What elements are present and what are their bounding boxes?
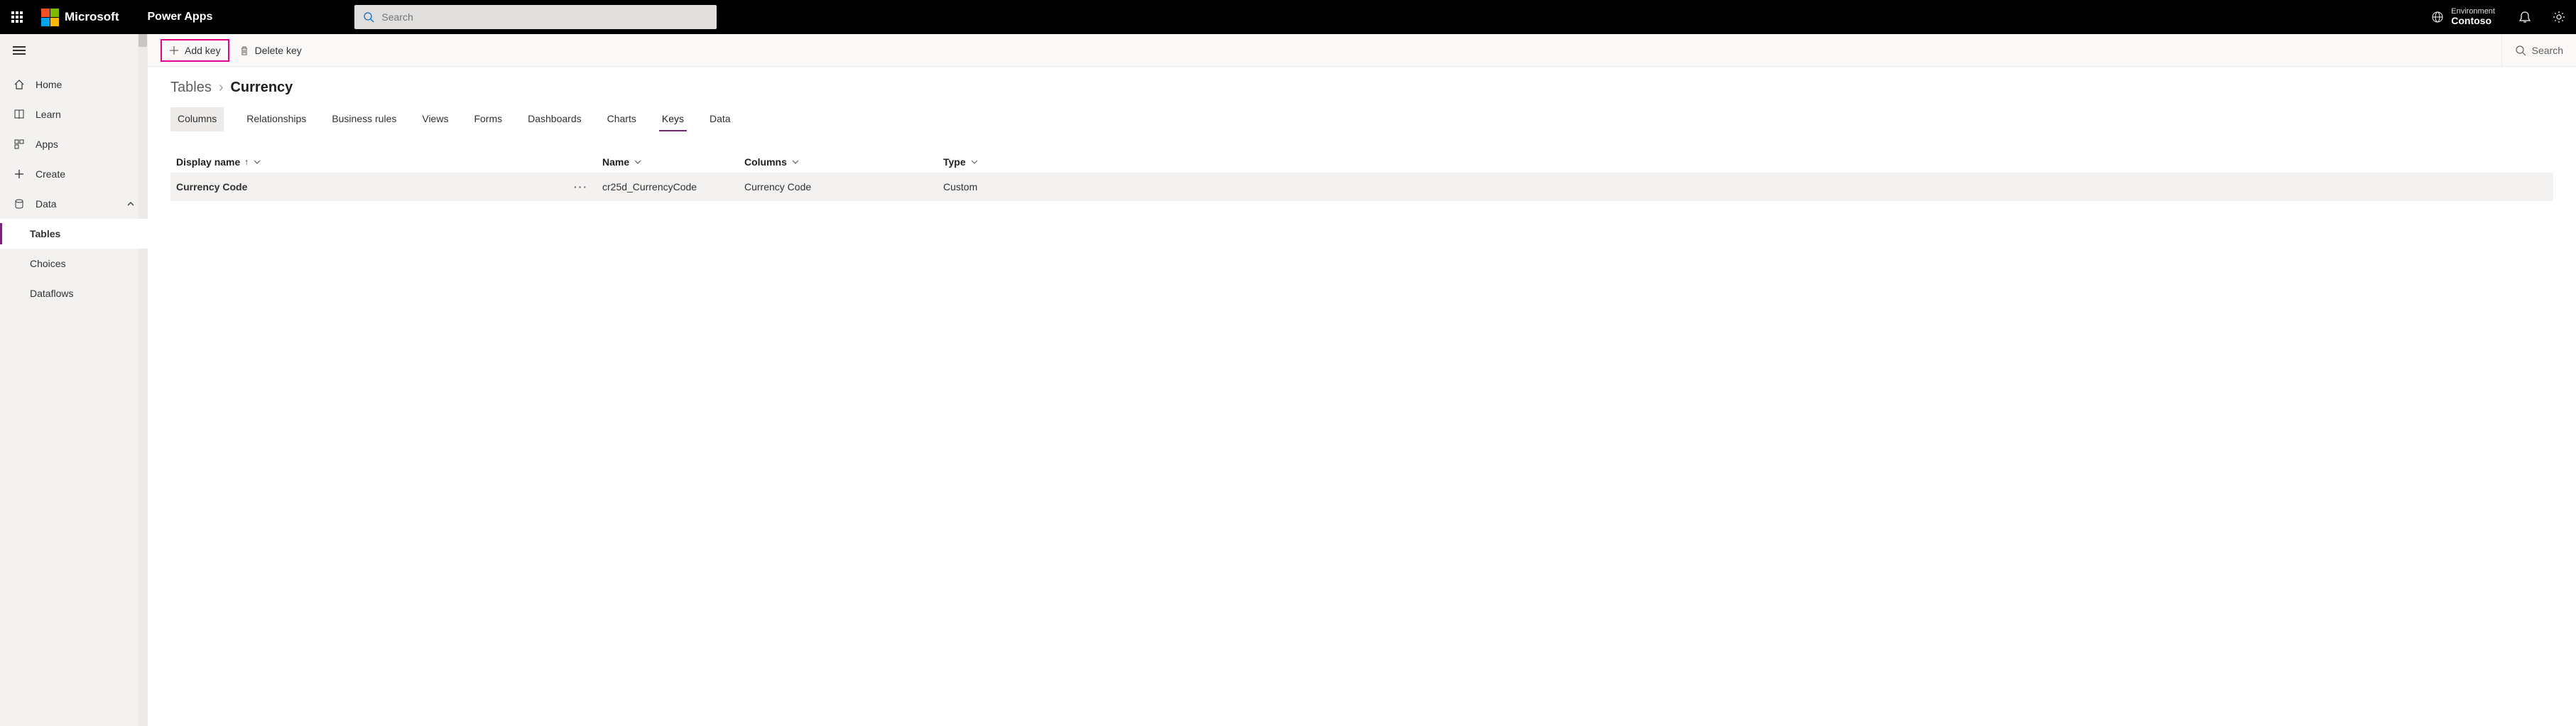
add-key-button[interactable]: Add key: [161, 39, 229, 62]
tab-views[interactable]: Views: [419, 107, 451, 131]
bell-icon: [2518, 11, 2531, 23]
nav-label: Tables: [30, 228, 60, 239]
tab-columns[interactable]: Columns: [170, 107, 224, 131]
brand-text: Microsoft: [65, 10, 119, 24]
environment-name: Contoso: [2451, 16, 2495, 26]
breadcrumb-current: Currency: [230, 80, 293, 96]
nav-item-data[interactable]: Data: [0, 189, 148, 219]
nav-label: Home: [36, 79, 62, 90]
tab-dashboards[interactable]: Dashboards: [525, 107, 585, 131]
nav-item-choices[interactable]: Choices: [0, 249, 148, 278]
cell-columns: Currency Code: [744, 181, 811, 193]
global-search[interactable]: [354, 5, 717, 29]
tab-strip: Columns Relationships Business rules Vie…: [148, 102, 2576, 131]
microsoft-logo-icon: [41, 9, 59, 26]
grid-row[interactable]: Currency Code ··· cr25d_CurrencyCode Cur…: [170, 173, 2553, 201]
col-header-display-name[interactable]: Display name ↑: [176, 156, 602, 168]
breadcrumb: Tables › Currency: [148, 67, 2576, 102]
chevron-down-icon: [970, 158, 979, 166]
plus-icon: [169, 45, 179, 55]
cell-name: cr25d_CurrencyCode: [602, 181, 697, 193]
environment-picker[interactable]: Environment Contoso: [2418, 7, 2508, 26]
nav-label: Learn: [36, 109, 61, 120]
global-search-input[interactable]: [381, 11, 708, 23]
settings-button[interactable]: [2542, 0, 2576, 34]
col-header-type[interactable]: Type: [943, 156, 2548, 168]
nav-item-apps[interactable]: Apps: [0, 129, 148, 159]
chevron-right-icon: ›: [219, 80, 224, 96]
nav-label: Choices: [30, 258, 66, 269]
main-content: Add key Delete key Search Tables › Curre…: [148, 34, 2576, 726]
cmd-label: Search: [2532, 45, 2563, 56]
nav-item-learn[interactable]: Learn: [0, 99, 148, 129]
apps-icon: [13, 139, 26, 150]
top-bar: Microsoft Power Apps Environment Contoso: [0, 0, 2576, 34]
nav-label: Dataflows: [30, 288, 73, 299]
home-icon: [13, 79, 26, 90]
col-header-name[interactable]: Name: [602, 156, 744, 168]
chevron-down-icon: [634, 158, 642, 166]
nav-item-tables[interactable]: Tables: [0, 219, 148, 249]
waffle-button[interactable]: [0, 11, 34, 23]
cmd-label: Delete key: [255, 45, 302, 56]
row-more-button[interactable]: ···: [574, 181, 588, 193]
nav-collapse-button[interactable]: [0, 34, 148, 67]
side-nav: Home Learn Apps Create Data Tables: [0, 34, 148, 726]
gear-icon: [2553, 11, 2565, 23]
nav-item-dataflows[interactable]: Dataflows: [0, 278, 148, 308]
col-header-columns[interactable]: Columns: [744, 156, 943, 168]
sort-asc-icon: ↑: [244, 157, 249, 167]
nav-item-create[interactable]: Create: [0, 159, 148, 189]
nav-label: Apps: [36, 139, 58, 150]
tab-forms[interactable]: Forms: [471, 107, 505, 131]
cell-type: Custom: [943, 181, 977, 193]
chevron-down-icon: [253, 158, 261, 166]
command-bar: Add key Delete key Search: [148, 34, 2576, 67]
cell-display-name: Currency Code: [176, 181, 247, 193]
book-icon: [13, 109, 26, 120]
globe-icon: [2431, 11, 2444, 23]
search-icon: [363, 11, 374, 23]
delete-key-button[interactable]: Delete key: [232, 39, 309, 62]
waffle-icon: [11, 11, 23, 23]
tab-keys[interactable]: Keys: [659, 107, 687, 131]
search-icon: [2515, 45, 2526, 56]
nav-label: Data: [36, 198, 57, 210]
tab-charts[interactable]: Charts: [604, 107, 639, 131]
tab-business-rules[interactable]: Business rules: [329, 107, 399, 131]
trash-icon: [239, 45, 249, 55]
grid-search[interactable]: Search: [2501, 34, 2563, 67]
nav-label: Create: [36, 168, 65, 180]
tab-relationships[interactable]: Relationships: [244, 107, 309, 131]
chevron-down-icon: [791, 158, 800, 166]
chevron-up-icon: [126, 200, 135, 208]
plus-icon: [13, 168, 26, 180]
grid-header: Display name ↑ Name Columns Type: [170, 151, 2553, 173]
cmd-label: Add key: [185, 45, 221, 56]
breadcrumb-parent[interactable]: Tables: [170, 80, 212, 96]
data-icon: [13, 198, 26, 210]
app-name[interactable]: Power Apps: [126, 11, 234, 23]
tab-data[interactable]: Data: [707, 107, 734, 131]
nav-item-home[interactable]: Home: [0, 70, 148, 99]
notifications-button[interactable]: [2508, 0, 2542, 34]
ms-brand[interactable]: Microsoft: [34, 9, 126, 26]
keys-grid: Display name ↑ Name Columns Type: [148, 131, 2576, 201]
